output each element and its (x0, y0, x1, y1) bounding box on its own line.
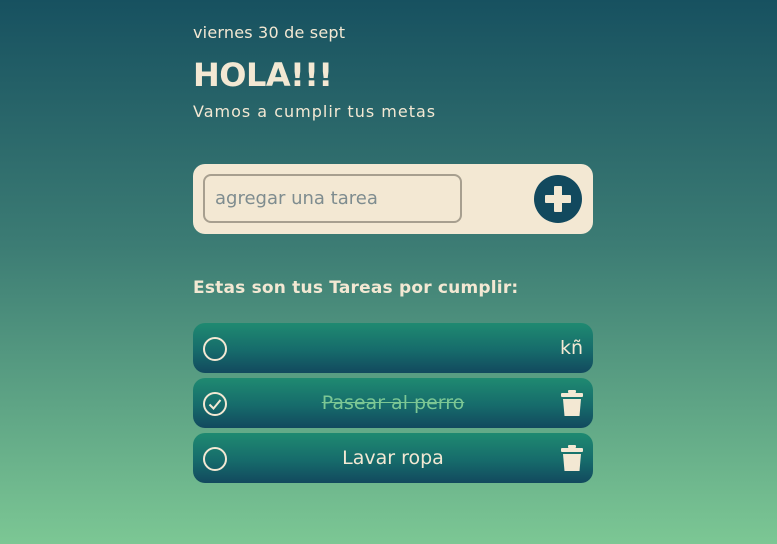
greeting-subtitle: Vamos a cumplir tus metas (193, 102, 437, 121)
task-item: kñ (193, 323, 593, 373)
task-item: Pasear al perro (193, 378, 593, 428)
plus-icon (545, 186, 571, 212)
task-text: Lavar ropa (342, 447, 444, 469)
task-text: Pasear al perro (321, 392, 465, 414)
trash-icon[interactable] (561, 445, 583, 471)
circle-icon[interactable] (202, 336, 228, 362)
trash-icon[interactable] (561, 390, 583, 416)
task-text: kñ (559, 337, 583, 359)
add-task-button[interactable] (534, 175, 582, 223)
check-circle-icon[interactable] (202, 391, 228, 417)
new-task-input[interactable] (203, 174, 462, 223)
add-task-panel (193, 164, 593, 234)
tasks-section-title: Estas son tus Tareas por cumplir: (193, 278, 519, 298)
task-item: Lavar ropa (193, 433, 593, 483)
circle-icon[interactable] (202, 446, 228, 472)
current-date: viernes 30 de sept (193, 23, 346, 42)
greeting-title: HOLA!!! (193, 56, 333, 94)
